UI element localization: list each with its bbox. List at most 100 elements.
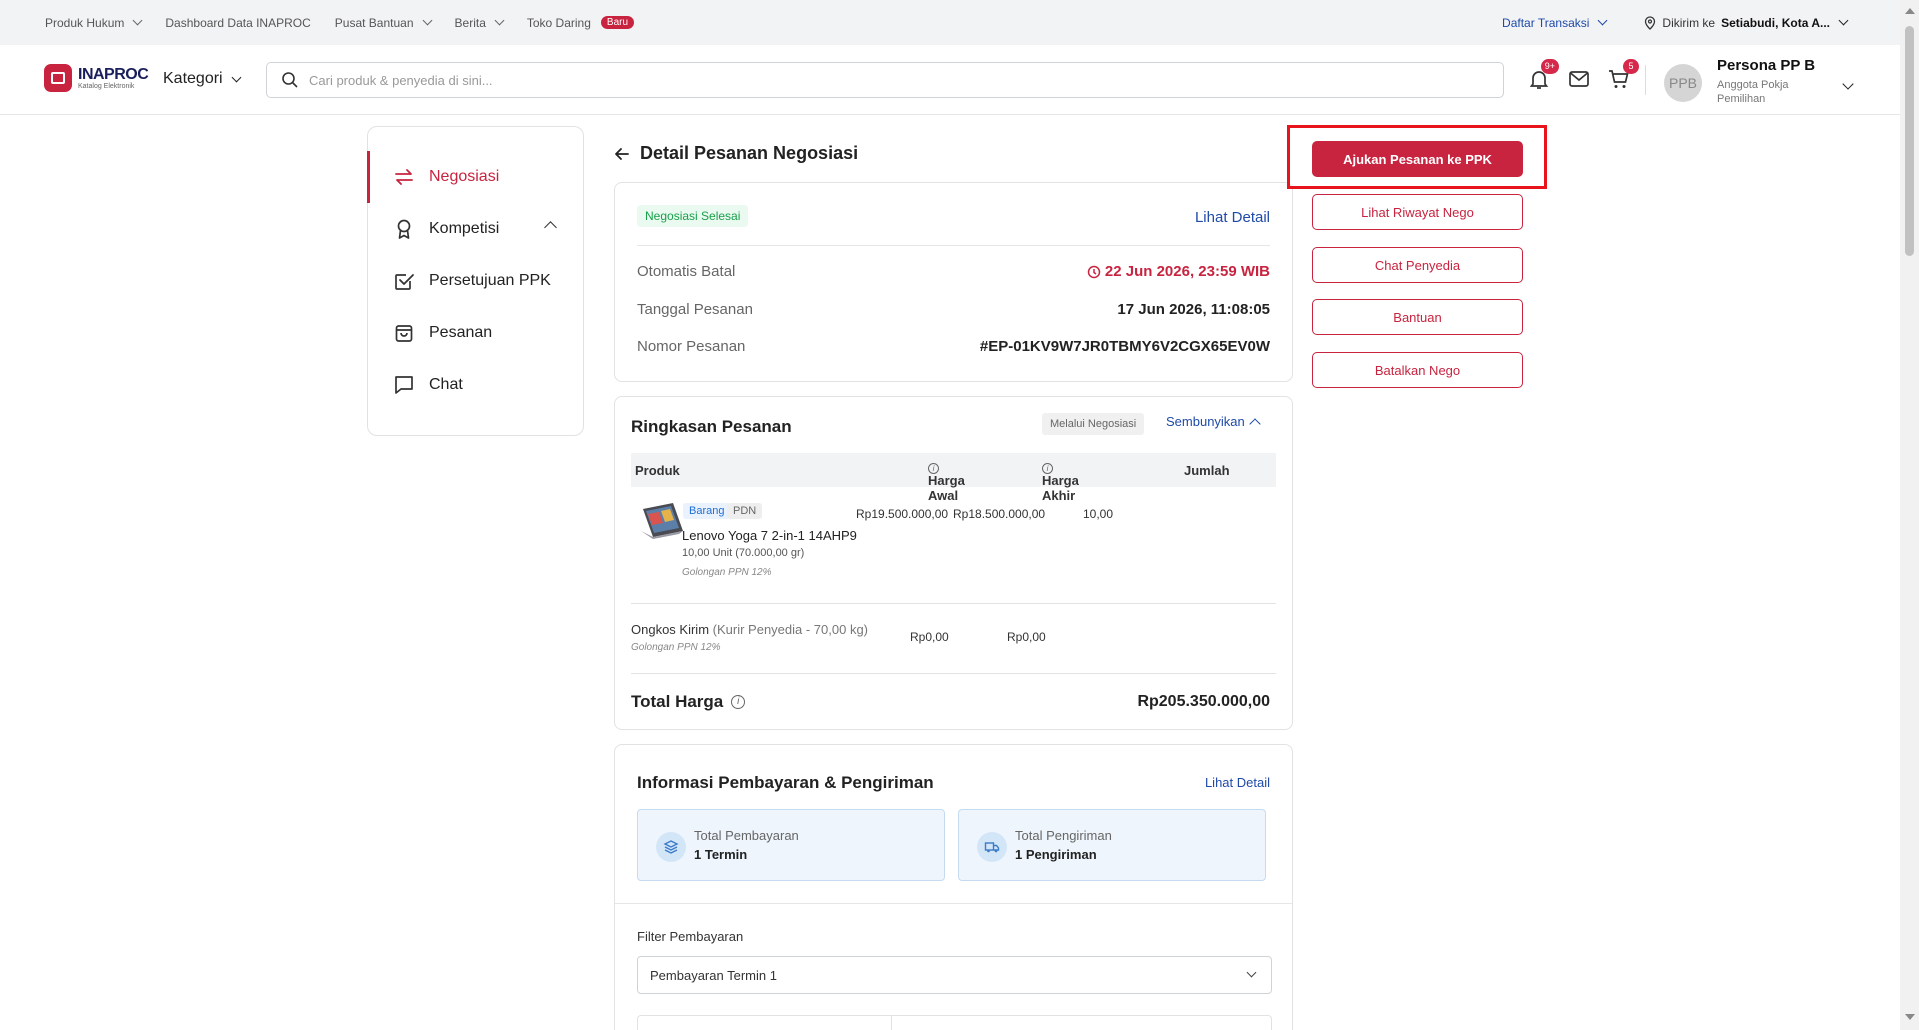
search-input[interactable] <box>309 72 1459 88</box>
topnav-dashboard-data[interactable]: Dashboard Data INAPROC <box>165 16 310 30</box>
sidebar-item-label: Chat <box>429 376 463 393</box>
payment-detail-box <box>637 1015 1272 1030</box>
product-thumbnail[interactable] <box>639 501 685 539</box>
hide-summary-toggle[interactable]: Sembunyikan <box>1166 414 1261 430</box>
inaproc-logo[interactable]: INAPROC Katalog Elektronik <box>44 64 149 92</box>
kategori-dropdown[interactable]: Kategori <box>163 70 242 88</box>
info-icon[interactable]: i <box>731 695 746 709</box>
total-payment-value: 1 Termin <box>694 847 748 862</box>
sidebar-item-pesanan[interactable]: Pesanan <box>368 307 583 359</box>
hide-summary-label: Sembunyikan <box>1166 414 1245 429</box>
chevron-down-icon <box>1246 967 1257 978</box>
lihat-riwayat-nego-button[interactable]: Lihat Riwayat Nego <box>1312 194 1523 230</box>
lihat-detail-link[interactable]: Lihat Detail <box>1195 209 1270 226</box>
chevron-down-icon <box>231 72 242 82</box>
topnav-label: Dashboard Data INAPROC <box>165 15 311 30</box>
sidebar-item-label: Kompetisi <box>429 220 500 237</box>
sidebar-item-negosiasi[interactable]: Negosiasi <box>367 151 583 203</box>
scroll-down-icon[interactable] <box>1905 1014 1915 1020</box>
order-date-value: 17 Jun 2026, 11:08:05 <box>1117 301 1270 318</box>
chevron-up-icon <box>1249 417 1261 430</box>
order-number-label: Nomor Pesanan <box>637 338 746 355</box>
topnav-label: Berita <box>454 15 486 30</box>
clock-icon <box>1087 265 1101 278</box>
daftar-transaksi-link[interactable]: Daftar Transaksi <box>1502 16 1608 30</box>
payment-lihat-detail-link[interactable]: Lihat Detail <box>1205 775 1270 790</box>
auto-cancel-datetime: 22 Jun 2026, 23:59 WIB <box>1104 263 1270 280</box>
total-value: Rp205.350.000,00 <box>1137 693 1270 710</box>
table-header: Produk Harga Awal i Harga Akhir i Jumlah <box>631 453 1276 503</box>
notification-bell-button[interactable]: 9+ <box>1527 59 1559 91</box>
layers-icon <box>656 832 686 862</box>
topnav-label: Pusat Bantuan <box>334 15 414 30</box>
status-badge: Negosiasi Selesai <box>637 205 749 227</box>
total-shipping-stat: Total Pengiriman 1 Pengiriman <box>958 809 1266 881</box>
page-scrollbar[interactable] <box>1900 0 1919 1030</box>
order-number-row: Nomor Pesanan #EP-01KV9W7JR0TBMY6V2CGX65… <box>637 338 1270 355</box>
col-harga-akhir: Harga Akhir i <box>1042 463 1079 503</box>
bantuan-button[interactable]: Bantuan <box>1312 299 1523 335</box>
total-payment-stat: Total Pembayaran 1 Termin <box>637 809 945 881</box>
chevron-down-icon <box>132 15 143 26</box>
topnav-label: Produk Hukum <box>45 15 125 30</box>
order-number-value: #EP-01KV9W7JR0TBMY6V2CGX65EV0W <box>979 338 1270 355</box>
chevron-down-icon <box>1838 15 1849 26</box>
chevron-down-icon <box>494 15 505 26</box>
total-label-text: Total Harga <box>631 692 724 711</box>
tag-pdn: PDN <box>727 503 763 519</box>
user-name: Persona PP B <box>1717 57 1816 74</box>
divider <box>631 603 1276 604</box>
product-ppn: Golongan PPN 12% <box>682 567 772 578</box>
kategori-label: Kategori <box>163 70 223 87</box>
shopping-bag-icon <box>395 325 413 342</box>
scrollbar-thumb[interactable] <box>1905 26 1914 256</box>
cart-button[interactable]: 5 <box>1607 59 1639 91</box>
sidebar-item-label: Persetujuan PPK <box>429 272 551 289</box>
auto-cancel-row: Otomatis Batal 22 Jun 2026, 23:59 WIB <box>637 263 1270 280</box>
product-name[interactable]: Lenovo Yoga 7 2-in-1 14AHP9 <box>682 528 857 543</box>
batalkan-nego-button[interactable]: Batalkan Nego <box>1312 352 1523 388</box>
topnav-label: Toko Daring <box>526 15 591 30</box>
topnav-berita[interactable]: Berita <box>454 15 505 30</box>
main-header: INAPROC Katalog Elektronik Kategori 9+ 5… <box>0 45 1900 115</box>
product-harga-akhir: Rp18.500.000,00 <box>953 507 1046 521</box>
user-menu-toggle[interactable] <box>1840 75 1854 93</box>
order-summary-card: Ringkasan Pesanan Melalui Negosiasi Semb… <box>614 396 1293 730</box>
notification-count-badge: 9+ <box>1540 59 1559 74</box>
sidebar-item-kompetisi[interactable]: Kompetisi <box>368 203 583 255</box>
order-date-row: Tanggal Pesanan 17 Jun 2026, 11:08:05 <box>637 301 1270 318</box>
divider <box>631 673 1276 674</box>
avatar[interactable]: PPB <box>1664 64 1702 102</box>
search-bar <box>266 62 1504 98</box>
truck-icon <box>977 832 1007 862</box>
back-arrow-icon[interactable] <box>614 146 630 162</box>
chevron-down-icon <box>422 15 432 26</box>
page-title-text: Detail Pesanan Negosiasi <box>640 143 859 163</box>
sidebar-item-chat[interactable]: Chat <box>368 359 583 411</box>
col-label: Harga Awal <box>928 473 965 503</box>
ship-to-selector[interactable]: Dikirim ke Setiabudi, Kota A... <box>1644 15 1849 30</box>
sidebar-item-persetujuan-ppk[interactable]: Persetujuan PPK <box>368 255 583 307</box>
product-quantity: 10,00 Unit (70.000,00 gr) <box>682 547 805 559</box>
via-negotiation-badge: Melalui Negosiasi <box>1042 413 1145 435</box>
topnav-pusat-bantuan[interactable]: Pusat Bantuan <box>334 15 432 30</box>
payment-title: Informasi Pembayaran & Pengiriman <box>637 773 934 792</box>
messages-button[interactable] <box>1567 67 1591 91</box>
divider <box>637 245 1270 246</box>
product-harga-awal: Rp19.500.000,00 <box>856 507 949 521</box>
topnav-toko-daring[interactable]: Toko Daring Baru <box>526 15 635 30</box>
col-produk: Produk <box>635 463 680 478</box>
user-role: Anggota Pokja Pemilihan <box>1717 79 1789 105</box>
user-info[interactable]: Persona PP B Anggota Pokja Pemilihan <box>1717 57 1815 106</box>
shipping-ppn: Golongan PPN 12% <box>631 642 721 653</box>
sidebar: Negosiasi Kompetisi Persetujuan PPK Pesa… <box>367 126 584 436</box>
chat-penyedia-button[interactable]: Chat Penyedia <box>1312 247 1523 283</box>
topnav-produk-hukum[interactable]: Produk Hukum <box>45 15 143 30</box>
auto-cancel-label: Otomatis Batal <box>637 263 736 280</box>
payment-filter-select[interactable]: Pembayaran Termin 1 <box>637 956 1272 994</box>
shipping-cost-label: Ongkos Kirim (Kurir Penyedia - 70,00 kg) <box>631 622 868 637</box>
ship-prefix: Dikirim ke <box>1662 15 1716 30</box>
scroll-up-icon[interactable] <box>1905 8 1915 14</box>
header-divider <box>1645 65 1646 95</box>
chevron-up-icon[interactable] <box>544 221 557 234</box>
